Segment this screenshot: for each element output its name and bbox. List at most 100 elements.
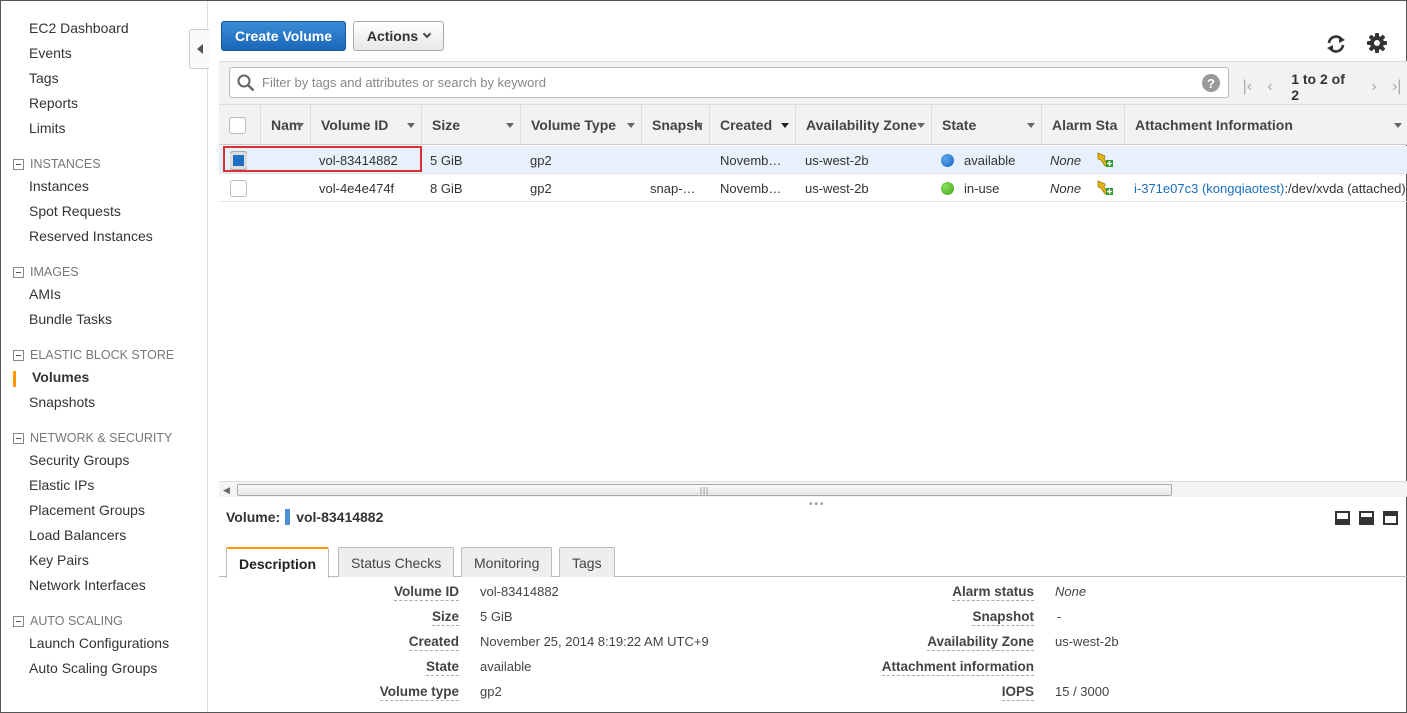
field-label-created: Created [408, 634, 459, 651]
actions-dropdown[interactable]: Actions [353, 21, 444, 51]
layout-medium-icon[interactable] [1359, 511, 1374, 525]
scrollbar-thumb[interactable]: ||| [237, 484, 1172, 496]
column-state[interactable]: State [931, 105, 1041, 145]
sidebar-item-load-balancers[interactable]: Load Balancers [29, 527, 126, 543]
state-available-icon [941, 153, 954, 167]
cell-snapshot [650, 146, 705, 174]
select-all-checkbox[interactable] [229, 116, 246, 134]
sidebar-item-snapshots[interactable]: Snapshots [29, 394, 95, 410]
pane-splitter[interactable]: ••• [809, 499, 826, 510]
tab-description[interactable]: Description [226, 547, 330, 578]
sidebar-section-instances[interactable]: INSTANCES [13, 157, 101, 171]
table-header: Nam Volume ID Size Volume Type Snapsh Cr… [219, 105, 1407, 145]
selection-highlight [223, 146, 422, 172]
layout-large-icon[interactable] [1383, 511, 1398, 525]
field-value-state: available [480, 659, 532, 674]
refresh-icon[interactable] [1325, 33, 1347, 55]
sidebar-item-security-groups[interactable]: Security Groups [29, 452, 129, 468]
sort-icon [1027, 123, 1035, 128]
sort-icon [695, 123, 703, 128]
sidebar-item-auto-scaling-groups[interactable]: Auto Scaling Groups [29, 660, 157, 676]
cell-created: Novemb… [720, 152, 782, 168]
sidebar-item-reserved-instances[interactable]: Reserved Instances [29, 228, 153, 244]
sidebar-item-reports[interactable]: Reports [29, 95, 78, 111]
column-snapshot[interactable]: Snapsh [641, 105, 709, 145]
chevron-left-icon [196, 44, 203, 54]
column-label: Size [432, 117, 461, 133]
field-label-volume-id: Volume ID [393, 584, 459, 601]
search-input[interactable] [260, 68, 1190, 97]
sidebar: EC2 Dashboard Events Tags Reports Limits… [1, 1, 208, 712]
sidebar-item-placement-groups[interactable]: Placement Groups [29, 502, 145, 518]
sidebar-item-launch-configurations[interactable]: Launch Configurations [29, 635, 169, 651]
collapse-icon[interactable] [13, 615, 24, 627]
sort-icon [917, 123, 925, 128]
sidebar-item-limits[interactable]: Limits [29, 120, 66, 136]
sidebar-section-label: ELASTIC BLOCK STORE [30, 348, 175, 362]
sidebar-item-volumes[interactable]: Volumes [32, 369, 89, 385]
field-label-snapshot: Snapshot [972, 609, 1034, 626]
field-label-iops: IOPS [1001, 684, 1034, 701]
horizontal-scrollbar[interactable]: ◀ ||| [219, 481, 1407, 497]
sidebar-collapse-button[interactable] [189, 29, 209, 69]
column-availability-zone[interactable]: Availability Zone [795, 105, 931, 145]
create-volume-button[interactable]: Create Volume [221, 21, 346, 51]
field-label-availability-zone: Availability Zone [927, 634, 1034, 651]
next-page-icon[interactable]: › [1363, 78, 1386, 96]
prev-page-icon[interactable]: ‹ [1259, 78, 1282, 96]
sidebar-item-events[interactable]: Events [29, 45, 72, 61]
sidebar-item-tags[interactable]: Tags [29, 70, 59, 86]
detail-tabs: Description Status Checks Monitoring Tag… [219, 545, 1407, 578]
column-volume-id[interactable]: Volume ID [310, 105, 421, 145]
attachment-link[interactable]: i-371e07c3 (kongqiaotest) [1134, 181, 1284, 196]
sidebar-item-instances[interactable]: Instances [29, 178, 89, 194]
table-row[interactable]: vol-4e4e474f 8 GiB gp2 snap-… Novemb… us… [219, 174, 1407, 202]
sidebar-section-network-security[interactable]: NETWORK & SECURITY [13, 431, 172, 445]
column-attachment-information[interactable]: Attachment Information [1124, 105, 1407, 145]
column-label: Availability Zone [806, 117, 917, 133]
column-alarm-status[interactable]: Alarm Sta [1041, 105, 1124, 145]
row-select-cell [230, 174, 247, 202]
select-all-cell [219, 105, 260, 145]
add-alarm-icon[interactable] [1096, 151, 1114, 169]
column-size[interactable]: Size [421, 105, 520, 145]
sidebar-section-ebs[interactable]: ELASTIC BLOCK STORE [13, 348, 174, 362]
sidebar-item-amis[interactable]: AMIs [29, 286, 61, 302]
collapse-icon[interactable] [13, 432, 24, 444]
tab-tags[interactable]: Tags [559, 547, 615, 577]
tab-status-checks[interactable]: Status Checks [338, 547, 455, 577]
scroll-left-icon[interactable]: ◀ [223, 485, 230, 496]
sidebar-section-images[interactable]: IMAGES [13, 265, 79, 279]
cell-size: 8 GiB [430, 180, 463, 196]
last-page-icon[interactable]: ›| [1385, 78, 1407, 96]
gear-icon[interactable] [1366, 32, 1388, 54]
sidebar-item-elastic-ips[interactable]: Elastic IPs [29, 477, 94, 493]
collapse-icon[interactable] [13, 266, 24, 278]
sidebar-item-key-pairs[interactable]: Key Pairs [29, 552, 89, 568]
search-box[interactable]: ? [229, 67, 1229, 98]
cell-state: in-use [941, 174, 1036, 202]
cell-snapshot: snap-… [650, 180, 696, 196]
cell-volume-type: gp2 [530, 180, 552, 196]
first-page-icon[interactable]: |‹ [1236, 78, 1259, 96]
sidebar-item-bundle-tasks[interactable]: Bundle Tasks [29, 311, 112, 327]
tab-monitoring[interactable]: Monitoring [461, 547, 553, 577]
sidebar-section-auto-scaling[interactable]: AUTO SCALING [13, 614, 123, 628]
row-checkbox[interactable] [230, 179, 247, 197]
sidebar-item-ec2-dashboard[interactable]: EC2 Dashboard [29, 20, 129, 36]
field-label-state: State [425, 659, 459, 676]
sort-icon [296, 123, 304, 128]
add-alarm-icon[interactable] [1096, 179, 1114, 197]
column-created[interactable]: Created [709, 105, 795, 145]
column-volume-type[interactable]: Volume Type [520, 105, 641, 145]
help-icon[interactable]: ? [1202, 74, 1220, 92]
layout-small-icon[interactable] [1335, 511, 1350, 525]
sidebar-item-network-interfaces[interactable]: Network Interfaces [29, 577, 146, 593]
column-name[interactable]: Nam [260, 105, 310, 145]
sidebar-section-label: INSTANCES [30, 157, 101, 171]
collapse-icon[interactable] [13, 349, 24, 361]
sidebar-item-spot-requests[interactable]: Spot Requests [29, 203, 121, 219]
collapse-icon[interactable] [13, 158, 24, 170]
active-indicator [13, 371, 16, 387]
field-value-snapshot[interactable]: - [1057, 608, 1061, 625]
